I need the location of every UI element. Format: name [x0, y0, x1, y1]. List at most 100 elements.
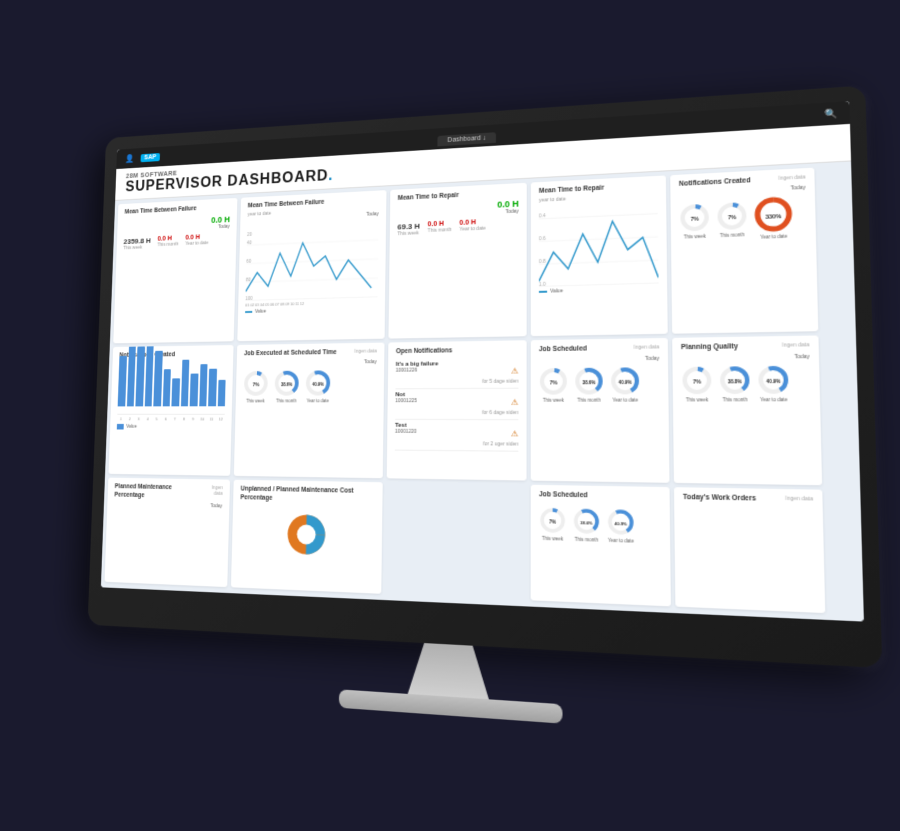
notif-id-3: 10001220 [395, 428, 417, 434]
svg-text:20: 20 [247, 231, 252, 237]
job-exec-week-label: This week [246, 398, 264, 403]
job-executed-card: Job Executed at Scheduled Time Ingen dat… [234, 342, 385, 478]
notif-donut-title: Notifications Created [679, 176, 751, 188]
svg-text:100: 100 [245, 295, 253, 300]
notif-year-donut: 330% Year to date [754, 195, 793, 239]
job-exec-month-label: This month [276, 398, 296, 403]
notif-icon-2: ⚠ [511, 397, 518, 406]
planning-quality-card: Planning Quality Ingen data Today 7% [672, 335, 822, 485]
plan-qual-month-label: This month [723, 396, 748, 401]
dashboard-grid: Mean Time Between Failure 0.0 H Today [101, 161, 864, 619]
bar-5 [153, 350, 162, 406]
svg-text:80: 80 [246, 277, 251, 283]
notif-icon-3: ⚠ [511, 429, 518, 438]
notif-item-2: Not 10001225 ⚠ for 6 dage siden [395, 388, 518, 419]
job-exec-title: Job Executed at Scheduled Time [244, 349, 337, 358]
svg-text:0.8: 0.8 [539, 258, 546, 265]
mttr-week-value: 69.3 H [397, 221, 420, 231]
notif-week-donut: 7% This week [679, 202, 710, 239]
svg-text:60: 60 [246, 258, 251, 264]
mttr-today-value: 0.0 H [497, 198, 519, 209]
pie-chart-container [239, 506, 375, 564]
job-scheduled-card: Job Scheduled Ingen data Today 7% [531, 338, 670, 483]
plan-qual-today: Today [681, 353, 810, 361]
job-sched-title: Job Scheduled [539, 345, 587, 354]
notif-icon-1: ⚠ [511, 366, 518, 375]
job-exec-week-donut: 7% This week [243, 369, 269, 402]
notif-time-3: for 2 uger siden [483, 441, 518, 447]
svg-text:38.6%: 38.6% [281, 381, 293, 386]
mtbf-month-label: This month [157, 241, 178, 247]
svg-text:0.6: 0.6 [539, 235, 546, 242]
job-sched2-week-label: This week [542, 535, 563, 541]
mttr-chart-legend: Value [550, 288, 563, 294]
job-sched-month-donut: 38.6% This month [574, 366, 604, 402]
plan-qual-week-label: This week [686, 397, 709, 402]
notif-id-2: 10001225 [395, 398, 417, 404]
mtbf-chart-legend: Value [255, 308, 266, 314]
svg-text:7%: 7% [693, 379, 702, 386]
job-sched-row3-card: Job Scheduled 7% This week [531, 485, 671, 606]
bar-6 [162, 369, 171, 406]
planned-maint-ingen: Ingen data [202, 485, 223, 497]
mttr-year-label: Year to date [459, 225, 485, 232]
notif-year-label: Year to date [760, 233, 787, 239]
notif-week-label: This week [684, 233, 706, 239]
svg-text:330%: 330% [765, 213, 781, 220]
mttr-line-chart: 1.0 0.8 0.6 0.4 [539, 202, 659, 287]
mtbf-today-value: 0.0 H [211, 214, 230, 224]
svg-text:38.6%: 38.6% [582, 379, 596, 384]
monitor-stand-neck [408, 642, 489, 699]
bar-7 [171, 378, 179, 406]
job-sched-ingen: Ingen data [634, 344, 660, 351]
unplanned-cost-card: Unplanned / Planned Maintenance Cost Per… [231, 480, 383, 593]
notif-month-donut: 7% This month [716, 200, 748, 237]
mtbf-year-label: Year to date [185, 240, 208, 246]
sap-logo: SAP [141, 152, 160, 161]
work-orders-ingen: Ingen data [785, 495, 813, 502]
svg-text:0.4: 0.4 [539, 213, 546, 220]
notif-bar-legend: Value [126, 423, 137, 429]
notif-title-3: Test [395, 422, 417, 428]
svg-text:1.0: 1.0 [539, 281, 546, 287]
svg-text:40.9%: 40.9% [766, 378, 781, 384]
job-sched-year-label: Year to date [612, 397, 638, 402]
mtbf-kpi-card: Mean Time Between Failure 0.0 H Today [113, 197, 237, 343]
dashboard-tab[interactable]: Dashboard ↓ [438, 132, 496, 146]
plan-qual-year-donut: 40.9% Year to date [757, 364, 790, 402]
todays-work-orders-card: Today's Work Orders Ingen data [674, 487, 825, 612]
job-sched-month-label: This month [577, 397, 601, 402]
notif-id-1: 10001226 [396, 367, 439, 373]
open-notif-title: Open Notifications [396, 346, 519, 356]
svg-text:38.6%: 38.6% [580, 520, 593, 525]
bar-11 [208, 368, 217, 406]
bar-1 [118, 355, 127, 406]
notif-item-1: It's a big failure 10001226 ⚠ for 5 dage… [395, 357, 518, 389]
svg-text:7%: 7% [253, 382, 260, 388]
mtbf-title: Mean Time Between Failure [124, 205, 196, 216]
mtbf-chart-xlabel: 01 02 03 04 05 06 07 08 09 10 11 12 [245, 301, 304, 307]
screen-inner: 👤 SAP Dashboard ↓ 🔍 28M SOFTWARE SUPERVI… [101, 101, 864, 622]
mttr-title: Mean Time to Repair [398, 191, 459, 202]
work-orders-title: Today's Work Orders [683, 494, 756, 505]
mtbf-line-chart: 100 80 60 40 20 [245, 220, 378, 300]
screen: 👤 SAP Dashboard ↓ 🔍 28M SOFTWARE SUPERVI… [101, 101, 864, 622]
unplanned-title: Unplanned / Planned Maintenance Cost Per… [240, 485, 375, 504]
mtbf-chart-card: Mean Time Between Failure year to date T… [237, 189, 386, 341]
bar-10 [199, 364, 208, 406]
monitor-bezel: 👤 SAP Dashboard ↓ 🔍 28M SOFTWARE SUPERVI… [88, 85, 883, 668]
job-sched-week-label: This week [543, 397, 564, 402]
bar-3 [135, 346, 144, 406]
plan-qual-month-donut: 38.8% This month [719, 365, 751, 402]
job-exec-month-donut: 38.6% This month [274, 369, 300, 403]
job-sched2-month-label: This month [575, 536, 599, 542]
job-exec-year-donut: 40.9% Year to date [305, 369, 332, 403]
user-icon: 👤 [125, 153, 135, 163]
bar-8 [181, 359, 190, 406]
bar-12 [217, 379, 225, 405]
job-sched2-title: Job Scheduled [539, 491, 588, 501]
planned-maintenance-card: Planned Maintenance Percentage Ingen dat… [105, 477, 231, 586]
svg-text:40: 40 [247, 240, 252, 246]
search-icon[interactable]: 🔍 [825, 107, 838, 119]
empty-card-1 [385, 482, 526, 599]
